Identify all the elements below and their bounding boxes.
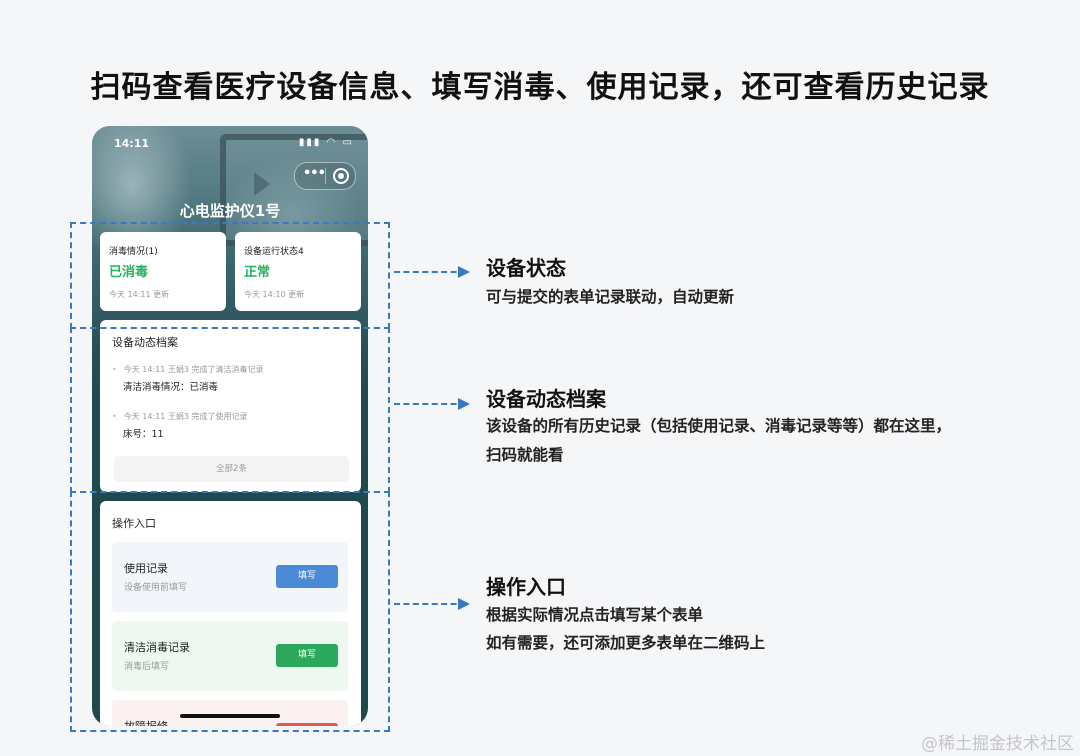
annotation-text: 根据实际情况点击填写某个表单 [486,606,704,624]
close-circle-icon[interactable] [333,168,349,184]
annotation-text: 可与提交的表单记录联动，自动更新 [486,288,735,306]
wifi-icon: ◠ [326,137,338,148]
arrow-icon [394,398,470,410]
highlight-archive [70,327,390,493]
device-name: 心电监护仪1号 [179,202,281,220]
mini-program-capsule: ••• [294,162,356,190]
annotation-text: 如有需要，还可添加更多表单在二维码上 [486,634,766,652]
annotation-text: 该设备的所有历史记录（包括使用记录、消毒记录等等）都在这里， [486,417,952,435]
capsule-divider [325,168,326,184]
annotation-text: 扫码就能看 [486,446,564,464]
watermark: @稀土掘金技术社区 [921,734,1074,754]
highlight-ops [70,491,390,732]
arrow-icon [394,598,470,610]
annotation-title-status: 设备状态 [486,256,566,280]
status-bar-icons: ▮▮▮ ◠ ▭ [299,137,354,148]
battery-icon: ▭ [342,137,354,148]
play-logo-icon [254,172,270,196]
highlight-status [70,222,390,329]
annotation-title-archive: 设备动态档案 [486,387,606,411]
more-icon[interactable]: ••• [303,166,326,181]
signal-icon: ▮▮▮ [298,137,322,148]
status-bar-time: 14:11 [114,137,150,150]
arrow-icon [394,266,470,278]
annotation-title-ops: 操作入口 [486,575,566,599]
page-title: 扫码查看医疗设备信息、填写消毒、使用记录，还可查看历史记录 [90,70,990,105]
